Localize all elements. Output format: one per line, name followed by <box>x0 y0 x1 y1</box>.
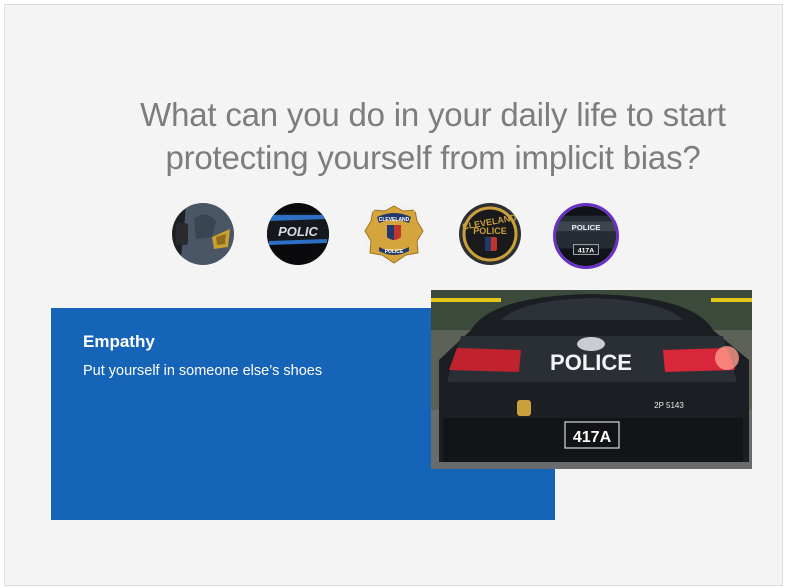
door-text: POLIC <box>278 224 318 239</box>
police-car-image: POLICE 2P 5143 417A <box>431 290 752 469</box>
question-line-2: protecting yourself from implicit bias? <box>165 139 701 176</box>
panel-title: Empathy <box>83 332 155 351</box>
slide: What can you do in your daily life to st… <box>4 4 783 586</box>
photo-rear-label: POLICE <box>550 350 632 375</box>
thumbnail-patch[interactable]: CLEVELAND POLICE <box>459 203 521 265</box>
question-line-1: What can you do in your daily life to st… <box>140 96 726 133</box>
police-car-rear-icon: POLICE 417A <box>556 206 616 266</box>
photo-car-number: 2P 5143 <box>654 401 684 410</box>
thumbnail-badge[interactable]: CLEVELAND POLICE <box>363 203 425 265</box>
panel-text: Put yourself in someone else’s shoes <box>83 363 323 379</box>
badge-bottom-text: POLICE <box>385 249 404 255</box>
cleveland-police-patch-icon: CLEVELAND POLICE <box>459 203 521 265</box>
thumbnail-shoulder-patch[interactable] <box>172 203 234 265</box>
photo-plate: 417A <box>573 429 612 446</box>
slide-question: What can you do in your daily life to st… <box>65 93 785 179</box>
car-plate-text: 417A <box>578 247 594 254</box>
patch-bottom-text: POLICE <box>473 226 507 236</box>
police-car-photo: POLICE 2P 5143 417A <box>431 290 752 469</box>
police-shoulder-patch-icon <box>172 203 234 265</box>
police-car-door-icon: POLIC <box>267 203 329 265</box>
badge-top-text: CLEVELAND <box>379 217 410 223</box>
thumbnail-police-car-rear[interactable]: POLICE 417A <box>553 203 619 269</box>
thumbnail-car-door[interactable]: POLIC <box>267 203 329 265</box>
cleveland-police-badge-icon: CLEVELAND POLICE <box>363 203 425 265</box>
car-label-text: POLICE <box>572 223 601 232</box>
